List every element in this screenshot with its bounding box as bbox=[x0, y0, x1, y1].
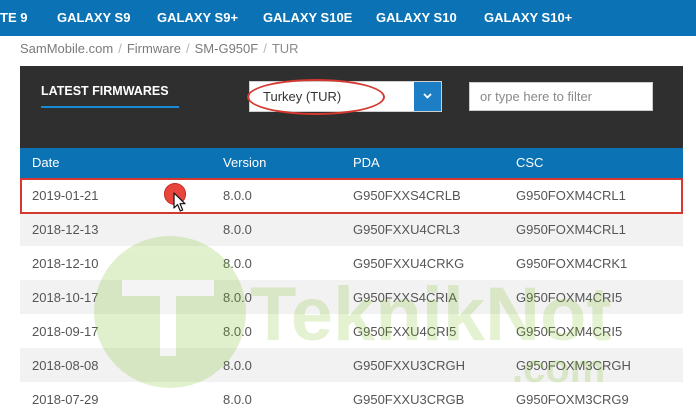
breadcrumb-current: TUR bbox=[271, 41, 299, 56]
row-date: 2018-12-10 bbox=[32, 256, 99, 271]
row-version: 8.0.0 bbox=[223, 222, 252, 237]
row-version: 8.0.0 bbox=[223, 392, 252, 407]
table-row[interactable]: 2019-01-21 8.0.0 G950FXXS4CRLB G950FOXM4… bbox=[20, 178, 683, 212]
row-csc: G950FOXM4CRI5 bbox=[516, 324, 623, 339]
row-csc: G950FOXM3CRG9 bbox=[516, 392, 629, 407]
row-date: 2018-07-29 bbox=[32, 392, 99, 407]
row-pda: G950FXXS4CRIA bbox=[353, 290, 458, 305]
filter-input[interactable] bbox=[469, 82, 653, 111]
table-row[interactable]: 2018-12-10 8.0.0 G950FXXU4CRKG G950FOXM4… bbox=[20, 246, 683, 280]
region-select-value: Turkey (TUR) bbox=[263, 89, 342, 104]
row-pda: G950FXXU3CRGH bbox=[353, 358, 465, 373]
row-version: 8.0.0 bbox=[223, 358, 252, 373]
row-date: 2018-08-08 bbox=[32, 358, 99, 373]
row-version: 8.0.0 bbox=[223, 188, 252, 203]
row-date: 2019-01-21 bbox=[32, 188, 99, 203]
nav-item-note9[interactable]: TE 9 bbox=[0, 0, 27, 36]
table-row[interactable]: 2018-09-17 8.0.0 G950FXXU4CRI5 G950FOXM4… bbox=[20, 314, 683, 348]
row-version: 8.0.0 bbox=[223, 324, 252, 339]
row-date: 2018-12-13 bbox=[32, 222, 99, 237]
column-header-csc[interactable]: CSC bbox=[516, 155, 543, 170]
row-csc: G950FOXM4CRI5 bbox=[516, 290, 623, 305]
region-select-toggle[interactable] bbox=[414, 82, 441, 111]
row-pda: G950FXXU4CRKG bbox=[353, 256, 465, 271]
row-pda: G950FXXU4CRL3 bbox=[353, 222, 460, 237]
row-pda: G950FXXU4CRI5 bbox=[353, 324, 457, 339]
row-csc: G950FOXM4CRL1 bbox=[516, 188, 626, 203]
top-navigation: TE 9 GALAXY S9 GALAXY S9+ GALAXY S10E GA… bbox=[0, 0, 696, 36]
table-row[interactable]: 2018-08-08 8.0.0 G950FXXU3CRGH G950FOXM3… bbox=[20, 348, 683, 382]
breadcrumb-separator: / bbox=[263, 41, 267, 56]
column-header-pda[interactable]: PDA bbox=[353, 155, 380, 170]
region-select[interactable]: Turkey (TUR) bbox=[249, 81, 442, 112]
panel-title: LATEST FIRMWARES bbox=[41, 84, 169, 98]
nav-item-galaxy-s10e[interactable]: GALAXY S10E bbox=[263, 0, 352, 36]
chevron-down-icon bbox=[423, 93, 432, 99]
row-date: 2018-10-17 bbox=[32, 290, 99, 305]
breadcrumb-separator: / bbox=[118, 41, 122, 56]
row-pda: G950FXXU3CRGB bbox=[353, 392, 465, 407]
breadcrumb-model[interactable]: SM-G950F bbox=[195, 41, 259, 56]
table-header: Date Version PDA CSC bbox=[20, 148, 683, 178]
row-csc: G950FOXM3CRGH bbox=[516, 358, 631, 373]
breadcrumb: SamMobile.com / Firmware / SM-G950F / TUR bbox=[20, 41, 299, 59]
firmware-panel: LATEST FIRMWARES Turkey (TUR) bbox=[20, 66, 683, 148]
table-row[interactable]: 2018-12-13 8.0.0 G950FXXU4CRL3 G950FOXM4… bbox=[20, 212, 683, 246]
breadcrumb-separator: / bbox=[186, 41, 190, 56]
row-date: 2018-09-17 bbox=[32, 324, 99, 339]
nav-item-galaxy-s9[interactable]: GALAXY S9 bbox=[57, 0, 130, 36]
row-version: 8.0.0 bbox=[223, 256, 252, 271]
column-header-date[interactable]: Date bbox=[32, 155, 59, 170]
table-row[interactable]: 2018-10-17 8.0.0 G950FXXS4CRIA G950FOXM4… bbox=[20, 280, 683, 314]
row-csc: G950FOXM4CRL1 bbox=[516, 222, 626, 237]
nav-item-galaxy-s10[interactable]: GALAXY S10 bbox=[376, 0, 457, 36]
row-csc: G950FOXM4CRK1 bbox=[516, 256, 628, 271]
firmware-table-body: 2019-01-21 8.0.0 G950FXXS4CRLB G950FOXM4… bbox=[20, 178, 683, 416]
nav-item-galaxy-s9-plus[interactable]: GALAXY S9+ bbox=[157, 0, 238, 36]
table-row[interactable]: 2018-07-29 8.0.0 G950FXXU3CRGB G950FOXM3… bbox=[20, 382, 683, 416]
breadcrumb-firmware[interactable]: Firmware bbox=[127, 41, 181, 56]
breadcrumb-home[interactable]: SamMobile.com bbox=[20, 41, 113, 56]
row-pda: G950FXXS4CRLB bbox=[353, 188, 461, 203]
nav-item-galaxy-s10-plus[interactable]: GALAXY S10+ bbox=[484, 0, 572, 36]
panel-title-underline bbox=[41, 106, 179, 108]
row-version: 8.0.0 bbox=[223, 290, 252, 305]
column-header-version[interactable]: Version bbox=[223, 155, 266, 170]
